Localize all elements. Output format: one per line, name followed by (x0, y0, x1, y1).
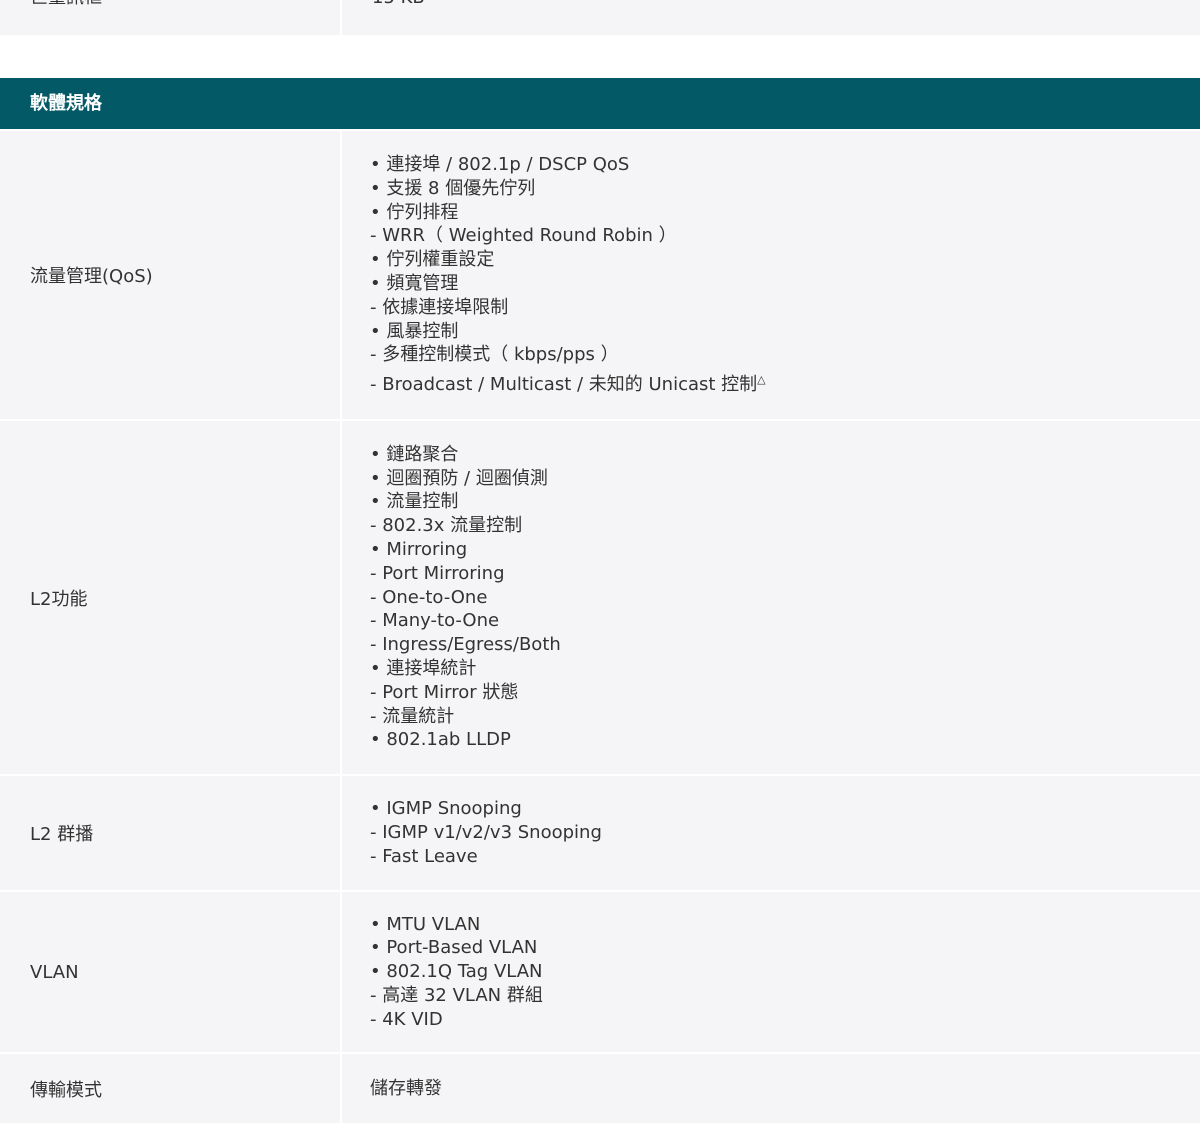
spec-list-item: - 多種控制模式（ kbps/pps ） (370, 344, 619, 366)
spec-list-item: • MTU VLAN (370, 913, 481, 935)
spec-value-list: • 連接埠 / 802.1p / DSCP QoS • 支援 8 個優先佇列 •… (342, 131, 1200, 419)
spec-list-item: • 支援 8 個優先佇列 (370, 177, 536, 199)
spec-label: L2 群播 (0, 776, 340, 890)
spec-row-vlan: VLAN • MTU VLAN • Port-Based VLAN • 802.… (0, 892, 1200, 1052)
spec-list-item: • 鏈路聚合 (370, 443, 459, 465)
spec-list-item: • 佇列權重設定 (370, 249, 495, 271)
spec-list-item: • 頻寬管理 (370, 273, 459, 294)
spec-list-item: • 迴圈預防 / 迴圈偵測 (370, 467, 548, 489)
spec-list-item: • 風暴控制 (370, 320, 459, 342)
spec-list-item: • 802.1Q Tag VLAN (370, 961, 543, 983)
spec-label-cell: 巨量訊框 (0, 0, 340, 35)
spec-label: 巨量訊框 (30, 0, 102, 10)
spec-value-cell: 15 KB (342, 0, 1200, 35)
spec-value: 儲存轉發 (370, 1077, 442, 1099)
spec-list-item: - Port Mirror 狀態 (370, 681, 519, 703)
spec-list-item: - IGMP v1/v2/v3 Snooping (370, 822, 602, 844)
spec-list-item: - Broadcast / Multicast / 未知的 Unicast 控制… (370, 373, 1200, 397)
spec-label: L2功能 (0, 421, 340, 774)
spec-list-item: • 佇列排程 (370, 201, 459, 223)
spec-list-item-text: - Broadcast / Multicast / 未知的 Unicast 控制 (370, 374, 758, 396)
spec-page: 巨量訊框 15 KB 軟體規格 流量管理(QoS) • 連接埠 / 802.1p… (0, 0, 1200, 1134)
spec-list-item: • 連接埠 / 802.1p / DSCP QoS (370, 154, 630, 176)
section-header-software-specs: 軟體規格 (0, 78, 1200, 129)
spec-list-item: - Many-to-One (370, 610, 500, 632)
spec-list-item: - 流量統計 (370, 705, 455, 727)
spec-label: 流量管理(QoS) (0, 131, 340, 419)
spec-label: 傳輸模式 (0, 1054, 340, 1123)
spec-list-item: • Mirroring (370, 539, 468, 560)
spec-row-l2-multicast: L2 群播 • IGMP Snooping - IGMP v1/v2/v3 Sn… (0, 776, 1200, 890)
spec-value-list: 儲存轉發 (342, 1054, 1200, 1123)
spec-list-item: - 4K VID (370, 1008, 443, 1030)
spec-value-list: • 鏈路聚合 • 迴圈預防 / 迴圈偵測 • 流量控制 - 802.3x 流量控… (342, 421, 1200, 774)
spec-list-item: - One-to-One (370, 586, 488, 608)
spec-row-l2-features: L2功能 • 鏈路聚合 • 迴圈預防 / 迴圈偵測 • 流量控制 - 802.3… (0, 421, 1200, 774)
spec-list-item: • 802.1ab LLDP (370, 729, 511, 751)
spec-table: 流量管理(QoS) • 連接埠 / 802.1p / DSCP QoS • 支援… (0, 131, 1200, 1125)
spec-list-item: - 依據連接埠限制 (370, 296, 509, 318)
spec-label: VLAN (0, 892, 340, 1052)
spec-list-item: - Ingress/Egress/Both (370, 634, 561, 656)
spec-value: 15 KB (372, 0, 425, 10)
spec-list-item: - 802.3x 流量控制 (370, 515, 523, 537)
spec-row-qos: 流量管理(QoS) • 連接埠 / 802.1p / DSCP QoS • 支援… (0, 131, 1200, 419)
spec-row-jumbo-frame: 巨量訊框 15 KB (0, 0, 1200, 35)
spec-list-item: • IGMP Snooping (370, 798, 522, 820)
spec-list-item: • 連接埠統計 (370, 657, 477, 679)
spec-list-item: - Fast Leave (370, 845, 478, 867)
footnote-mark: △ (757, 373, 766, 387)
spec-row-transmission-mode: 傳輸模式 儲存轉發 (0, 1054, 1200, 1123)
spec-value-list: • IGMP Snooping - IGMP v1/v2/v3 Snooping… (342, 776, 1200, 890)
spec-list-item: - 高達 32 VLAN 群組 (370, 984, 543, 1006)
spec-list-item: • Port-Based VLAN (370, 937, 538, 959)
spec-list-item: - Port Mirroring (370, 562, 505, 584)
spec-value-list: • MTU VLAN • Port-Based VLAN • 802.1Q Ta… (342, 892, 1200, 1052)
spec-list-item: • 流量控制 (370, 491, 459, 513)
spec-list-item: - WRR（ Weighted Round Robin ） (370, 225, 677, 247)
